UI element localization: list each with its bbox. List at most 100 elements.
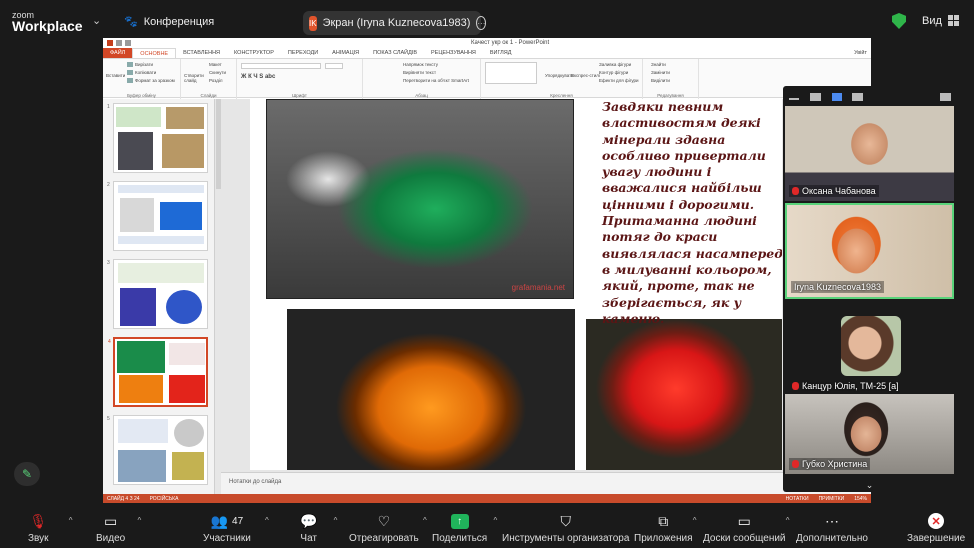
- chevron-up-icon[interactable]: ^: [334, 516, 338, 525]
- participant-tile-active-speaker[interactable]: Iryna Kuznecova1983: [785, 203, 954, 299]
- meeting-label[interactable]: 🐾 Конференция: [124, 15, 214, 29]
- slide-thumbnails-panel: 1 2 3 4 5: [103, 99, 215, 495]
- screen-share-pill[interactable]: IK Экран (Iryna Kuznecova1983) ···: [303, 11, 487, 35]
- meeting-toolbar: 🎙 Звук ^ ▭ Видео ^ 👥 47 Участники ^ 💬 Ча…: [0, 503, 974, 548]
- close-icon: ✕: [928, 512, 945, 530]
- format-painter-button: Формат за зразком: [127, 78, 175, 84]
- ppt-signin: Увійт: [854, 50, 867, 56]
- quick-styles-button: Експрес-стилі: [571, 73, 600, 78]
- brush-icon: [127, 78, 133, 84]
- shapes-gallery: [485, 62, 537, 84]
- copy-button: Копіювати: [127, 70, 156, 76]
- reactions-button[interactable]: ♡ Отреагировать ^: [349, 512, 427, 545]
- replace-button: Замінити: [651, 70, 670, 75]
- chat-icon: 💬: [300, 512, 318, 529]
- zoom-level: 154%: [854, 495, 867, 502]
- chevron-up-icon[interactable]: ^: [265, 516, 269, 525]
- ribbon-group-paragraph: Напрямок тексту Вирівняти текст Перетвор…: [363, 59, 481, 99]
- chat-button[interactable]: 💬 Чат ^: [300, 512, 337, 545]
- grid-view-icon: [947, 15, 959, 26]
- red-crystal-image: [586, 319, 782, 470]
- language-indicator: РОСІЙСЬКА: [149, 495, 179, 502]
- tab-view: ВИГЛЯД: [489, 50, 512, 56]
- slide-paragraph: Завдяки певним властивостям деякі мінера…: [602, 99, 782, 326]
- group-label-editing: Редагування: [657, 93, 684, 98]
- participants-button[interactable]: 👥 47 Участники ^: [203, 512, 269, 545]
- host-tools-button[interactable]: ⛉ Инструменты организатора: [502, 512, 629, 545]
- participant-tile[interactable]: Оксана Чабанова: [785, 106, 954, 201]
- share-screen-button[interactable]: ↑ Поделиться ^: [432, 512, 497, 544]
- grid-view-icon[interactable]: [852, 93, 863, 101]
- chevron-up-icon[interactable]: ^: [493, 516, 497, 525]
- undo-icon: [125, 40, 131, 46]
- thumb-image: [120, 198, 154, 232]
- chevron-down-icon[interactable]: ⌄: [92, 14, 101, 27]
- section-button: Розділ: [209, 78, 223, 83]
- slide-body-text: Завдяки певним властивостям деякі мінера…: [602, 99, 782, 327]
- thumb-image: [120, 288, 156, 326]
- thumb-image: [166, 290, 202, 324]
- thumb-text: [118, 419, 168, 443]
- thumb-image: [118, 132, 153, 170]
- participant-avatar: [841, 316, 901, 376]
- slide-thumbnail: 3: [107, 259, 208, 329]
- chevron-down-icon: ⌄: [865, 479, 874, 490]
- chevron-up-icon[interactable]: ^: [69, 516, 73, 525]
- more-options-icon[interactable]: ···: [476, 16, 487, 30]
- reactions-label: Отреагировать: [349, 533, 419, 544]
- speaker-view-icon[interactable]: [810, 93, 821, 101]
- notes-pane: Нотатки до слайда: [221, 472, 871, 495]
- audio-button[interactable]: 🎙 Звук ^: [28, 512, 73, 545]
- chevron-up-icon[interactable]: ^: [423, 516, 427, 525]
- participant-tile[interactable]: Канцур Юлія, ТМ-25 [а]: [785, 301, 954, 396]
- scroll-down-button[interactable]: ⌄: [783, 478, 956, 492]
- annotate-pencil-icon[interactable]: ✎: [14, 462, 40, 486]
- ppt-window-title: Качест укр ок 1 - PowerPoint: [471, 40, 550, 46]
- end-label: Завершение: [907, 533, 966, 544]
- whiteboards-label: Доски сообщений: [703, 533, 786, 544]
- thumb-image: [166, 107, 204, 129]
- minimize-icon[interactable]: [789, 98, 799, 100]
- slide-number: 5: [107, 416, 110, 422]
- end-meeting-button[interactable]: ✕ Завершение: [907, 512, 965, 544]
- ppt-ribbon-tabs: ФАЙЛ ОСНОВНЕ ВСТАВЛЕННЯ КОНСТРУКТОР ПЕРЕ…: [103, 48, 871, 58]
- apps-label: Приложения: [634, 533, 693, 544]
- comments-toggle: ПРИМІТКИ: [818, 495, 845, 502]
- thumb-text: [116, 107, 161, 127]
- status-right: НОТАТКИ ПРИМІТКИ 154%: [786, 496, 867, 502]
- chevron-up-icon[interactable]: ^: [786, 516, 790, 525]
- ppt-ribbon: Вставити Вирізати Копіювати Формат за зр…: [103, 58, 871, 99]
- thumb-image: [160, 202, 202, 230]
- slide-thumbnail: 2: [107, 181, 208, 251]
- slide-thumbnail-selected: 4: [108, 337, 208, 407]
- security-shield-icon[interactable]: [892, 13, 906, 29]
- audio-label: Звук: [28, 533, 49, 544]
- view-button[interactable]: Вид: [922, 15, 959, 27]
- notes-placeholder: Нотатки до слайда: [229, 479, 282, 485]
- exit-panel-icon[interactable]: [940, 93, 951, 101]
- thumb-image: [174, 419, 204, 447]
- mic-muted-icon: [792, 187, 799, 195]
- apps-button[interactable]: ⧉ Приложения ^: [634, 512, 697, 545]
- ppt-title-bar: Качест укр ок 1 - PowerPoint: [103, 38, 871, 48]
- cut-label: Вирізати: [135, 62, 154, 67]
- heart-icon: ♡: [377, 512, 391, 529]
- find-button: Знайти: [651, 62, 666, 67]
- ppt-work-area: 1 2 3 4 5 grafamania.net Завдяки певним …: [103, 99, 871, 495]
- more-button[interactable]: ⋯ Дополнительно: [796, 512, 868, 545]
- chevron-up-icon[interactable]: ^: [137, 516, 141, 525]
- participant-tile[interactable]: Губко Христина: [785, 394, 954, 474]
- slide-number: 1: [107, 104, 110, 110]
- paste-button: Вставити: [106, 73, 126, 78]
- video-label: Видео: [96, 533, 126, 544]
- whiteboards-button[interactable]: ▭ Доски сообщений ^: [703, 512, 790, 545]
- more-label: Дополнительно: [796, 533, 868, 544]
- chevron-up-icon[interactable]: ^: [693, 516, 697, 525]
- bold-icon: Ж К Ч S abc: [241, 74, 276, 80]
- strip-view-icon[interactable]: [832, 93, 842, 101]
- ribbon-group-clipboard: Вставити Вирізати Копіювати Формат за зр…: [103, 59, 181, 99]
- group-label-drawing: Креслення: [550, 93, 573, 98]
- participant-name-text: Оксана Чабанова: [802, 186, 876, 196]
- format-painter-label: Формат за зразком: [135, 78, 175, 83]
- video-button[interactable]: ▭ Видео ^: [96, 512, 141, 545]
